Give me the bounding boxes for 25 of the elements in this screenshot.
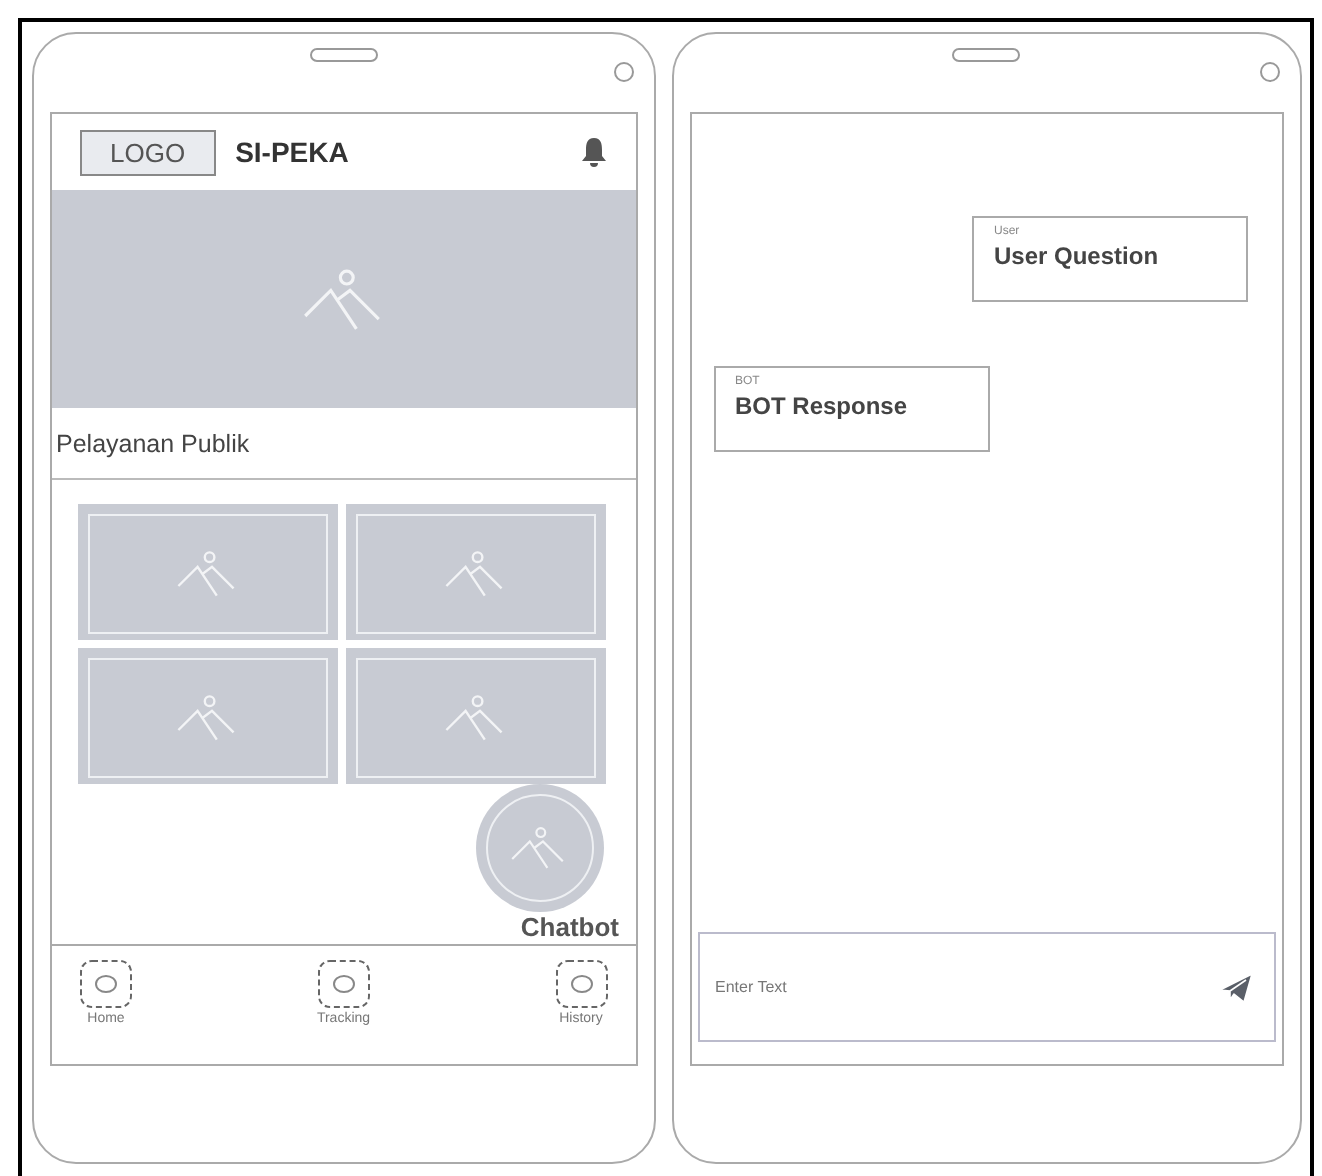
send-button[interactable]	[1218, 971, 1254, 1003]
image-icon	[444, 694, 508, 742]
app-title: SI-PEKA	[235, 136, 351, 168]
service-image[interactable]	[78, 648, 338, 784]
camera-icon	[1260, 62, 1280, 82]
image-icon	[176, 694, 240, 742]
message-text: BOT Response	[735, 392, 910, 420]
service-image[interactable]	[346, 648, 606, 784]
section-title: Pelayanan Publik	[56, 429, 250, 457]
image-icon	[510, 826, 568, 870]
message-input[interactable]: Enter Text	[711, 976, 1218, 998]
bell-icon[interactable]	[579, 136, 607, 168]
placeholder-icon	[317, 960, 370, 1008]
image-icon	[176, 550, 240, 598]
placeholder-icon	[80, 960, 132, 1008]
service-image[interactable]	[346, 504, 606, 640]
logo: LOGO	[80, 129, 216, 175]
image-icon	[444, 550, 508, 598]
speaker-icon	[309, 48, 378, 62]
speaker-icon	[952, 48, 1021, 62]
camera-icon	[613, 62, 633, 82]
service-image[interactable]	[78, 504, 338, 640]
placeholder-icon	[555, 960, 607, 1008]
chatbot-label: Chatbot	[520, 912, 619, 944]
message-text: User Question	[994, 242, 1161, 270]
